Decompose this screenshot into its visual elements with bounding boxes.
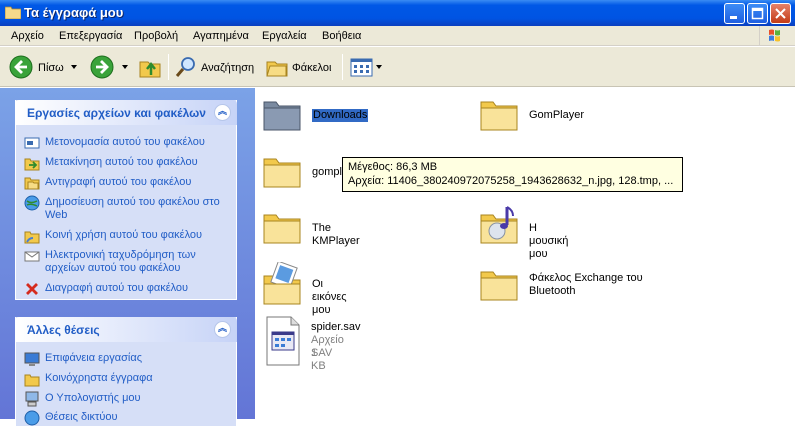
file-name: gomplayer [312, 166, 342, 178]
close-icon [775, 8, 786, 19]
back-button[interactable]: Πίσω [9, 55, 69, 79]
views-icon [350, 58, 373, 77]
music-folder-icon [480, 206, 518, 244]
file-name: The KMPlayer [312, 222, 360, 247]
minimize-button[interactable] [724, 3, 745, 24]
folders-icon [266, 61, 288, 77]
desktop-icon [24, 352, 40, 366]
back-dropdown-icon[interactable] [71, 65, 77, 69]
up-button[interactable] [138, 55, 162, 79]
menu-tools[interactable]: Εργαλεία [262, 30, 307, 42]
publish-icon [24, 195, 40, 211]
windows-logo-icon [759, 26, 789, 46]
email-icon [24, 251, 40, 262]
move-icon [24, 158, 40, 171]
folders-label: Φάκελοι [292, 62, 332, 74]
file-icon [266, 316, 300, 366]
file-folder-tasks-header[interactable]: Εργασίες αρχείων και φακέλων ︽ [15, 100, 237, 125]
search-icon [175, 57, 195, 77]
file-size: 1 KB [311, 347, 326, 372]
pictures-folder-icon [263, 262, 301, 305]
views-button[interactable] [350, 57, 384, 79]
minimize-icon [730, 16, 737, 19]
file-folder-tasks-panel: Εργασίες αρχείων και φακέλων ︽ Μετονομασ… [15, 100, 237, 300]
search-label: Αναζήτηση [201, 62, 255, 74]
tooltip-files: Αρχεία: 11406_380240972075258_1943628632… [348, 175, 674, 187]
folder-icon [24, 374, 40, 387]
menu-favorites[interactable]: Αγαπημένα [193, 30, 249, 42]
search-button[interactable]: Αναζήτηση [174, 55, 256, 79]
file-name: Downloads [310, 108, 370, 123]
file-name: Οι εικόνες μου [312, 278, 347, 316]
back-label: Πίσω [38, 62, 64, 74]
copy-icon [24, 177, 40, 190]
maximize-button[interactable] [747, 3, 768, 24]
delete-icon [26, 283, 38, 295]
folder-icon [480, 271, 518, 301]
computer-icon [25, 391, 39, 407]
folder-icon [263, 158, 301, 188]
close-button[interactable] [770, 3, 791, 24]
menu-view[interactable]: Προβολή [134, 30, 178, 42]
menu-bar: Αρχείο Επεξεργασία Προβολή Αγαπημένα Εργ… [0, 26, 795, 46]
folder-icon [5, 6, 21, 19]
folder-up-icon [139, 61, 161, 78]
menu-edit[interactable]: Επεξεργασία [59, 30, 122, 42]
folder-icon [263, 214, 301, 244]
folder-tooltip: Μέγεθος: 86,3 MB Αρχεία: 11406_380240972… [342, 157, 683, 192]
views-dropdown-icon [376, 65, 382, 69]
forward-button[interactable] [90, 55, 114, 79]
other-places-header[interactable]: Άλλες θέσεις ︽ [15, 317, 237, 342]
file-name: GomPlayer [529, 109, 585, 121]
back-arrow-icon [9, 55, 33, 79]
collapse-icon[interactable]: ︽ [214, 104, 231, 121]
menu-help[interactable]: Βοήθεια [322, 30, 361, 42]
panel-title: Άλλες θέσεις [27, 323, 100, 337]
file-name: spider.sav [311, 321, 361, 333]
forward-dropdown-icon[interactable] [122, 65, 128, 69]
file-name: Η μουσική μου [529, 222, 569, 260]
other-places-panel: Άλλες θέσεις ︽ Επιφάνεια εργασίας Κοινόχ… [15, 317, 237, 427]
window-title: Τα έγγραφά μου [24, 5, 124, 20]
maximize-icon [751, 7, 764, 20]
toolbar: Πίσω Αναζήτηση Φάκελοι [0, 47, 795, 87]
panel-title: Εργασίες αρχείων και φακέλων [27, 106, 206, 120]
task-pane: Εργασίες αρχείων και φακέλων ︽ Μετονομασ… [0, 88, 255, 427]
tooltip-size: Μέγεθος: 86,3 MB [348, 161, 438, 173]
collapse-icon[interactable]: ︽ [214, 321, 231, 338]
folder-icon [480, 101, 518, 131]
folder-icon [263, 101, 301, 131]
forward-arrow-icon [90, 55, 114, 79]
menu-file[interactable]: Αρχείο [11, 30, 44, 42]
share-icon [24, 231, 40, 244]
network-icon [24, 410, 40, 426]
rename-icon [24, 137, 40, 149]
file-name: Φάκελος Exchange του Bluetooth [529, 272, 643, 297]
folders-button[interactable]: Φάκελοι [265, 55, 337, 79]
title-bar[interactable]: Τα έγγραφά μου [0, 0, 795, 26]
